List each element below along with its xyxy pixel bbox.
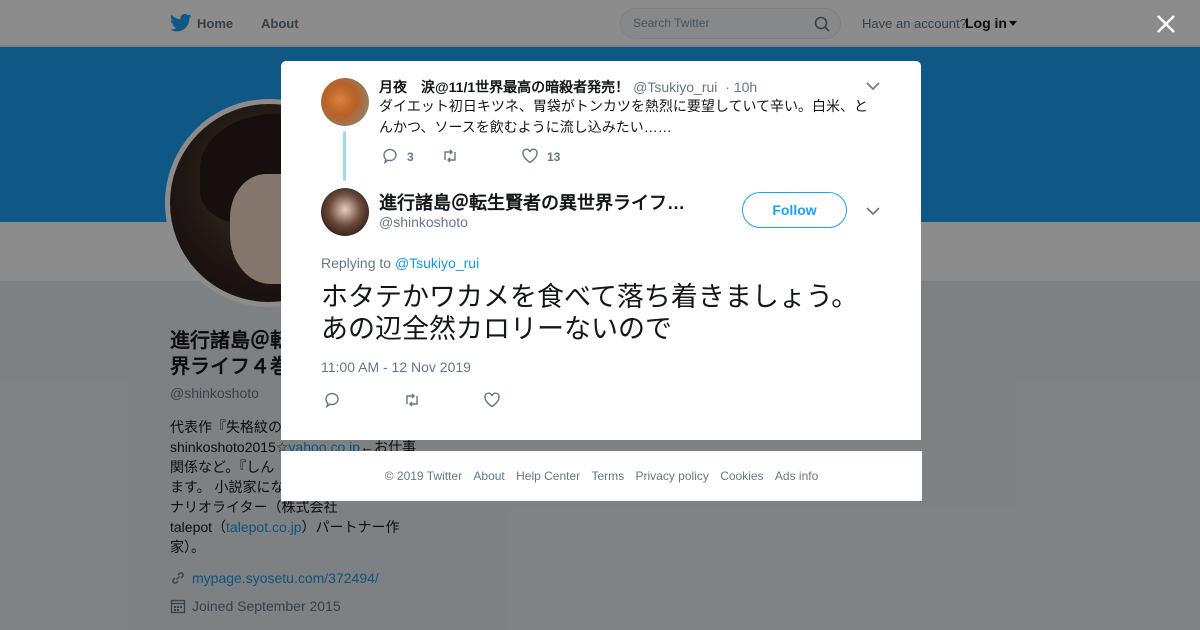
heart-icon	[484, 392, 500, 408]
retweet-button[interactable]	[441, 147, 467, 165]
chevron-down-icon[interactable]	[866, 206, 880, 216]
main-author-name[interactable]: 進行諸島＠転生賢者の異世界ライフ…	[379, 189, 685, 215]
like-button[interactable]: 13	[521, 147, 560, 165]
reply-icon	[325, 392, 339, 409]
modal-footer: © 2019 Twitter About Help Center Terms P…	[281, 451, 922, 501]
footer-about[interactable]: About	[473, 469, 504, 483]
replying-to-link[interactable]: @Tsukiyo_rui	[395, 255, 479, 271]
retweet-button[interactable]	[403, 391, 421, 409]
reply-button[interactable]: 3	[381, 147, 414, 165]
replying-label: Replying to	[321, 255, 392, 271]
main-author-avatar[interactable]	[321, 188, 369, 236]
reply-button[interactable]	[323, 391, 341, 409]
tweet-modal: 月夜 涙@11/1世界最高の暗殺者発売！ @Tsukiyo_rui · 10h ダ…	[281, 61, 921, 440]
reply-count: 3	[407, 150, 414, 164]
heart-icon	[522, 148, 538, 164]
parent-tweet-header: 月夜 涙@11/1世界最高の暗殺者発売！ @Tsukiyo_rui · 10h	[379, 77, 757, 97]
parent-tweet-text: ダイエット初日キツネ、胃袋がトンカツを熱烈に要望していて辛い。白米、とんかつ、ソ…	[379, 98, 869, 135]
footer-privacy[interactable]: Privacy policy	[636, 469, 709, 483]
replying-to: Replying to @Tsukiyo_rui	[321, 255, 479, 271]
main-tweet-text: ホタテかワカメを食べて落ち着きましょう。あの辺全然カロリーないので	[321, 282, 859, 344]
parent-author-name[interactable]: 月夜 涙@11/1世界最高の暗殺者発売！	[379, 79, 629, 95]
reply-icon	[383, 148, 397, 165]
footer-ads[interactable]: Ads info	[775, 469, 818, 483]
footer-cookies[interactable]: Cookies	[720, 469, 763, 483]
main-author-handle[interactable]: @shinkoshoto	[379, 214, 468, 230]
retweet-icon	[444, 149, 456, 163]
chevron-down-icon[interactable]	[866, 81, 880, 91]
like-button[interactable]	[483, 391, 501, 409]
parent-tweet-time[interactable]: · 10h	[725, 79, 757, 95]
footer-terms[interactable]: Terms	[591, 469, 624, 483]
parent-avatar[interactable]	[321, 78, 369, 126]
retweet-icon	[406, 393, 418, 407]
footer-copyright: © 2019 Twitter	[384, 469, 463, 483]
thread-line	[343, 131, 346, 181]
close-icon[interactable]	[1154, 12, 1178, 36]
tweet-timestamp[interactable]: 11:00 AM - 12 Nov 2019	[321, 359, 471, 375]
like-count: 13	[547, 150, 561, 164]
follow-button[interactable]: Follow	[742, 192, 847, 228]
footer-help[interactable]: Help Center	[516, 469, 580, 483]
parent-author-handle[interactable]: @Tsukiyo_rui	[633, 79, 717, 95]
